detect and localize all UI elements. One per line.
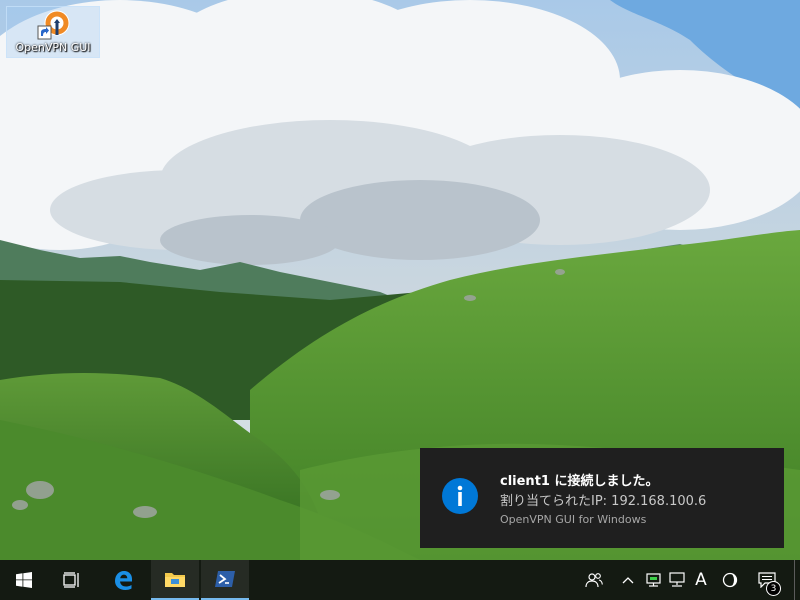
info-icon: [442, 478, 478, 514]
openvpn-tray-icon[interactable]: [642, 560, 664, 600]
start-button[interactable]: [0, 560, 48, 600]
toast-body: 割り当てられたIP: 192.168.100.6: [500, 494, 707, 509]
desktop-icon-label: OpenVPN GUI: [15, 41, 91, 54]
desktop: OpenVPN GUI client1 に接続しました。 割り当てられたIP: …: [0, 0, 800, 560]
vpn-connected-icon: [646, 573, 661, 587]
windows-start-icon: [16, 572, 32, 588]
notification-count-badge: 3: [766, 581, 781, 596]
show-hidden-icons-button[interactable]: [618, 560, 638, 600]
file-explorer-icon: [165, 573, 185, 587]
people-icon: [585, 573, 603, 588]
task-view-icon: [63, 572, 79, 588]
ime-indicator[interactable]: A: [690, 560, 712, 600]
toast-notification[interactable]: client1 に接続しました。 割り当てられたIP: 192.168.100.…: [420, 448, 784, 548]
file-explorer-taskbar-button[interactable]: [151, 560, 199, 600]
action-center-button[interactable]: 3: [752, 560, 784, 600]
powershell-icon: [215, 571, 235, 587]
openvpn-gui-desktop-shortcut[interactable]: OpenVPN GUI: [6, 6, 100, 58]
chevron-up-icon: [622, 577, 634, 584]
show-desktop-button[interactable]: [794, 560, 800, 600]
edge-icon: [115, 571, 132, 590]
toast-source: OpenVPN GUI for Windows: [500, 513, 647, 526]
night-light-button[interactable]: [718, 560, 742, 600]
network-button[interactable]: [666, 560, 688, 600]
moon-icon: [722, 572, 738, 588]
people-button[interactable]: [580, 560, 608, 600]
powershell-taskbar-button[interactable]: [201, 560, 249, 600]
network-icon: [669, 572, 685, 587]
openvpn-icon: [37, 10, 70, 40]
edge-taskbar-button[interactable]: [99, 560, 147, 600]
taskbar: A 3: [0, 560, 800, 600]
task-view-button[interactable]: [48, 560, 96, 600]
toast-title: client1 に接続しました。: [500, 474, 659, 489]
